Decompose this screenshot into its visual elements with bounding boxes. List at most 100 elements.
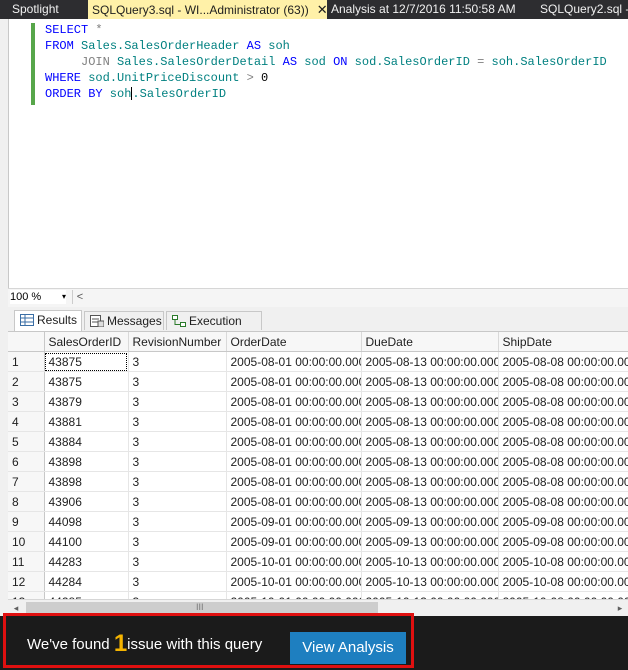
- table-cell[interactable]: 2005-08-01 00:00:00.000: [226, 411, 362, 432]
- table-cell[interactable]: 2005-09-13 00:00:00.000: [361, 531, 499, 552]
- table-cell[interactable]: 3: [128, 491, 227, 512]
- table-cell[interactable]: 2005-09-13 00:00:00.000: [361, 511, 499, 532]
- column-header-revisionnumber[interactable]: RevisionNumber: [128, 332, 227, 352]
- table-cell[interactable]: 2005-08-01 00:00:00.000: [226, 451, 362, 472]
- table-cell[interactable]: 43898: [44, 451, 129, 472]
- table-cell[interactable]: 2005-08-01 00:00:00.000: [226, 471, 362, 492]
- scroll-left-button[interactable]: <: [72, 290, 87, 304]
- table-cell[interactable]: 2005-10-01 00:00:00.000: [226, 591, 362, 599]
- table-cell[interactable]: 2005-10-13 00:00:00.000: [361, 551, 499, 572]
- table-row[interactable]: 1 43875 3 2005-08-01 00:00:00.000 2005-08-13…: [8, 351, 628, 372]
- table-cell[interactable]: 2005-09-08 00:00:00.000: [498, 531, 628, 552]
- table-cell[interactable]: 2005-08-13 00:00:00.000: [361, 431, 499, 452]
- tab-execution-plan[interactable]: Execution plan: [166, 311, 262, 347]
- table-cell[interactable]: 2005-10-01 00:00:00.000: [226, 551, 362, 572]
- tab-sqlquery2[interactable]: SQLQuery2.sql -: [527, 0, 628, 19]
- table-cell[interactable]: 43906: [44, 491, 129, 512]
- table-row[interactable]: 9 44098 3 2005-09-01 00:00:00.000 2005-09-13…: [8, 511, 628, 532]
- table-row[interactable]: 2 43875 3 2005-08-01 00:00:00.000 2005-08-13…: [8, 371, 628, 392]
- table-cell[interactable]: 2005-08-08 00:00:00.000: [498, 371, 628, 392]
- tab-analysis[interactable]: Analysis at 12/7/2016 11:50:58 AM: [327, 0, 527, 19]
- table-cell[interactable]: 2005-10-08 00:00:00.000: [498, 551, 628, 572]
- close-icon[interactable]: ✕: [317, 2, 327, 17]
- scrollbar-thumb[interactable]: III: [26, 602, 378, 613]
- table-cell[interactable]: 2005-10-01 00:00:00.000: [226, 571, 362, 592]
- table-cell[interactable]: 2005-10-08 00:00:00.000: [498, 591, 628, 599]
- table-cell[interactable]: 2005-08-13 00:00:00.000: [361, 371, 499, 392]
- table-cell[interactable]: 2005-09-01 00:00:00.000: [226, 531, 362, 552]
- table-cell[interactable]: 3: [128, 591, 227, 599]
- table-cell[interactable]: 3: [128, 511, 227, 532]
- table-cell[interactable]: 2005-08-13 00:00:00.000: [361, 491, 499, 512]
- table-row[interactable]: 6 43898 3 2005-08-01 00:00:00.000 2005-08-13…: [8, 451, 628, 472]
- table-cell[interactable]: 43884: [44, 431, 129, 452]
- table-cell[interactable]: 43898: [44, 471, 129, 492]
- table-row[interactable]: 3 43879 3 2005-08-01 00:00:00.000 2005-08-13…: [8, 391, 628, 412]
- table-cell[interactable]: 2005-08-01 00:00:00.000: [226, 491, 362, 512]
- table-row[interactable]: 10 44100 3 2005-09-01 00:00:00.000 2005-09-1…: [8, 531, 628, 552]
- table-cell[interactable]: 2005-08-08 00:00:00.000: [498, 431, 628, 452]
- table-cell[interactable]: 2005-08-08 00:00:00.000: [498, 471, 628, 492]
- table-cell[interactable]: 2005-08-01 00:00:00.000: [226, 391, 362, 412]
- scroll-right-arrow[interactable]: ▸: [612, 600, 628, 616]
- table-cell[interactable]: 2005-08-08 00:00:00.000: [498, 391, 628, 412]
- table-cell[interactable]: 43881: [44, 411, 129, 432]
- table-cell[interactable]: 3: [128, 551, 227, 572]
- results-tab-strip: Results Messages Execution plan: [8, 307, 628, 347]
- table-cell[interactable]: 3: [128, 451, 227, 472]
- tab-sqlquery3[interactable]: SQLQuery3.sql - WI...Administrator (63))…: [88, 0, 327, 19]
- table-cell[interactable]: 43875: [44, 371, 129, 392]
- table-cell[interactable]: 44098: [44, 511, 129, 532]
- table-row[interactable]: 4 43881 3 2005-08-01 00:00:00.000 2005-08-13…: [8, 411, 628, 432]
- results-grid[interactable]: SalesOrderID RevisionNumber OrderDate Du…: [8, 332, 628, 599]
- tab-spotlight[interactable]: Spotlight: [0, 0, 88, 19]
- table-cell[interactable]: 3: [128, 531, 227, 552]
- table-cell[interactable]: 43879: [44, 391, 129, 412]
- table-cell[interactable]: 43875: [44, 351, 129, 372]
- table-cell[interactable]: 3: [128, 571, 227, 592]
- table-cell[interactable]: 2005-10-13 00:00:00.000: [361, 591, 499, 599]
- table-cell[interactable]: 44283: [44, 551, 129, 572]
- table-cell[interactable]: 2005-08-01 00:00:00.000: [226, 351, 362, 372]
- table-cell[interactable]: 2005-08-08 00:00:00.000: [498, 351, 628, 372]
- table-cell[interactable]: 2005-10-08 00:00:00.000: [498, 571, 628, 592]
- table-cell[interactable]: 44285: [44, 591, 129, 599]
- table-row[interactable]: 134428532005-10-01 00:00:00.0002005-10-1…: [8, 591, 628, 599]
- table-cell[interactable]: 44100: [44, 531, 129, 552]
- zoom-select[interactable]: 100 % ▾: [10, 290, 66, 304]
- tab-messages[interactable]: Messages: [84, 311, 164, 330]
- table-cell[interactable]: 3: [128, 371, 227, 392]
- table-cell[interactable]: 2005-08-13 00:00:00.000: [361, 471, 499, 492]
- tab-results[interactable]: Results: [14, 310, 82, 331]
- table-cell[interactable]: 2005-08-13 00:00:00.000: [361, 391, 499, 412]
- header-row: SalesOrderID RevisionNumber OrderDate Du…: [8, 332, 628, 352]
- table-cell[interactable]: 2005-10-13 00:00:00.000: [361, 571, 499, 592]
- table-cell[interactable]: 2005-08-08 00:00:00.000: [498, 491, 628, 512]
- table-cell[interactable]: 2005-08-01 00:00:00.000: [226, 371, 362, 392]
- table-cell[interactable]: 2005-09-08 00:00:00.000: [498, 511, 628, 532]
- column-header-salesorderid[interactable]: SalesOrderID: [44, 332, 129, 352]
- table-row[interactable]: 5 43884 3 2005-08-01 00:00:00.000 2005-08-13…: [8, 431, 628, 452]
- table-cell[interactable]: 2005-08-13 00:00:00.000: [361, 451, 499, 472]
- table-cell[interactable]: 2005-08-08 00:00:00.000: [498, 411, 628, 432]
- table-cell[interactable]: 3: [128, 431, 227, 452]
- table-cell[interactable]: 3: [128, 471, 227, 492]
- query-editor[interactable]: SELECT * FROM Sales.SalesOrderHeader AS …: [8, 19, 628, 288]
- table-cell[interactable]: 2005-08-13 00:00:00.000: [361, 411, 499, 432]
- table-cell[interactable]: 2005-08-01 00:00:00.000: [226, 431, 362, 452]
- table-cell[interactable]: 44284: [44, 571, 129, 592]
- column-header-orderdate[interactable]: OrderDate: [226, 332, 362, 352]
- column-header-duedate[interactable]: DueDate: [361, 332, 499, 352]
- table-row[interactable]: 8 43906 3 2005-08-01 00:00:00.000 2005-08-13…: [8, 491, 628, 512]
- highlight-box: [3, 613, 414, 668]
- table-row[interactable]: 7 43898 3 2005-08-01 00:00:00.000 2005-08-13…: [8, 471, 628, 492]
- table-cell[interactable]: 2005-08-08 00:00:00.000: [498, 451, 628, 472]
- table-cell[interactable]: 3: [128, 351, 227, 372]
- table-cell[interactable]: 2005-09-01 00:00:00.000: [226, 511, 362, 532]
- table-cell[interactable]: 3: [128, 411, 227, 432]
- table-row[interactable]: 12 44284 3 2005-10-01 00:00:00.000 2005-10-1…: [8, 571, 628, 592]
- table-cell[interactable]: 3: [128, 391, 227, 412]
- table-cell[interactable]: 2005-08-13 00:00:00.000: [361, 351, 499, 372]
- table-row[interactable]: 11 44283 3 2005-10-01 00:00:00.000 2005-10-1…: [8, 551, 628, 572]
- column-header-shipdate[interactable]: ShipDate: [498, 332, 628, 352]
